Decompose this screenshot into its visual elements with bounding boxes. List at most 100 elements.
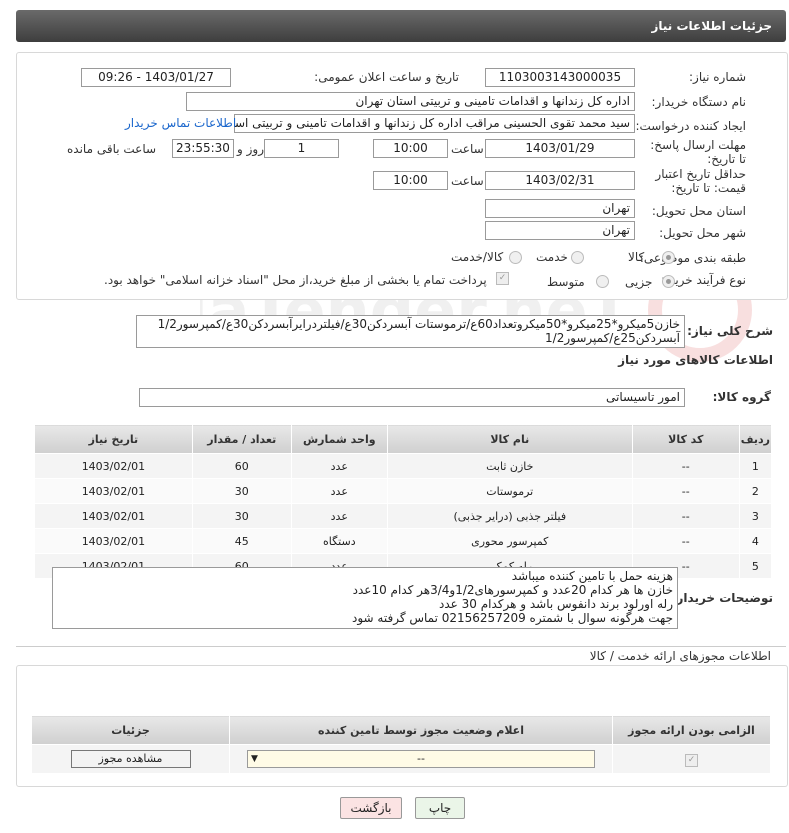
deadline-date-field: 1403/01/29 (485, 139, 635, 158)
announce-datetime-field: 1403/01/27 - 09:26 (81, 68, 231, 87)
price-validity-date-field: 1403/02/31 (485, 171, 635, 190)
col-header-qty: تعداد / مقدار (191, 424, 292, 454)
goods-group-field: امور تاسیساتی (139, 388, 685, 407)
cell-row: 3 (738, 503, 773, 529)
announce-label: تاریخ و ساعت اعلان عمومی: (314, 70, 459, 84)
buyer-notes-label: توضیحات خریدار: (671, 591, 773, 605)
table-row: 4 -- کمپرسور محوری دستگاه 45 1403/02/01 (34, 528, 773, 554)
buyer-contact-link[interactable]: اطلاعات تماس خریدار (125, 116, 236, 130)
deadline-time-label: ساعت (451, 142, 484, 156)
permit-status-value: -- (417, 752, 425, 765)
col-header-code: کد کالا (631, 424, 740, 454)
remaining-time-field: 23:55:30 (172, 139, 234, 158)
remaining-label: ساعت باقی مانده (67, 142, 157, 156)
page-header: جزئیات اطلاعات نیاز (16, 10, 786, 42)
cell-date: 1403/02/01 (34, 453, 193, 479)
province-field: تهران (485, 199, 635, 218)
cell-qty: 45 (191, 528, 292, 554)
goods-info-title: اطلاعات کالاهای مورد نیاز (618, 353, 773, 367)
cell-row: 4 (738, 528, 773, 554)
deadline-time-field: 10:00 (373, 139, 448, 158)
table-row: 3 -- فیلتر جذبی (درایر جذبی) عدد 30 1403… (34, 503, 773, 529)
permit-status-select[interactable]: -- ▼ (247, 750, 595, 768)
category-service-label: خدمت (536, 250, 568, 264)
goods-group-label: گروه کالا: (712, 390, 771, 404)
cell-qty: 60 (191, 453, 292, 479)
category-goods-service-label: کالا/خدمت (451, 250, 504, 264)
cell-unit: عدد (290, 503, 388, 529)
col-header-unit: واحد شمارش (290, 424, 388, 454)
purchase-minor-label: جزیی (625, 275, 653, 289)
permit-status-cell: -- ▼ (229, 744, 613, 774)
purchase-minor-radio[interactable] (662, 275, 675, 288)
price-validity-time-field: 10:00 (373, 171, 448, 190)
col-header-row: ردیف (738, 424, 773, 454)
requester-label: ایجاد کننده درخواست: (635, 119, 746, 133)
back-button[interactable]: بازگشت (340, 797, 402, 819)
permits-table: الزامی بودن ارائه مجوز اعلام وضعیت مجوز … (31, 715, 771, 774)
category-goods-label: کالا (628, 250, 645, 264)
days-count-field: 1 (264, 139, 339, 158)
cell-date: 1403/02/01 (34, 528, 193, 554)
days-label: روز و (237, 142, 264, 156)
permit-row: ✓ -- ▼ مشاهده مجوز (31, 744, 771, 774)
cell-name: فیلتر جذبی (درایر جذبی) (386, 503, 633, 529)
permit-header-status: اعلام وضعیت مجوز توسط تامین کننده (229, 715, 613, 745)
cell-name: خازن ثابت (386, 453, 633, 479)
cell-name: ترموستات (386, 478, 633, 504)
buyer-org-label: نام دستگاه خریدار: (651, 95, 747, 109)
treasury-payment-note: پرداخت تمام یا بخشی از مبلغ خرید،از محل … (104, 273, 487, 287)
summary-label: شرح کلی نیاز: (687, 324, 773, 338)
permits-title: اطلاعات مجوزهای ارائه خدمت / کالا (589, 649, 771, 663)
need-number-field: 1103003143000035 (485, 68, 635, 87)
cell-code: -- (631, 503, 740, 529)
table-row: 2 -- ترموستات عدد 30 1403/02/01 (34, 478, 773, 504)
province-label: استان محل تحویل: (651, 204, 746, 218)
cell-date: 1403/02/01 (34, 478, 193, 504)
cell-code: -- (631, 453, 740, 479)
permit-details-cell: مشاهده مجوز (31, 744, 230, 774)
purchase-medium-label: متوسط (547, 275, 585, 289)
city-field: تهران (485, 221, 635, 240)
table-row: 1 -- خازن ثابت عدد 60 1403/02/01 (34, 453, 773, 479)
permit-required-cell: ✓ (612, 744, 771, 774)
category-goods-service-radio[interactable] (509, 251, 522, 264)
permit-header-required: الزامی بودن ارائه مجوز (612, 715, 771, 745)
cell-row: 1 (738, 453, 773, 479)
price-validity-time-label: ساعت (451, 174, 484, 188)
category-label: طبقه بندی موضوعی: (639, 251, 746, 265)
purchase-medium-radio[interactable] (596, 275, 609, 288)
category-service-radio[interactable] (571, 251, 584, 264)
cell-date: 1403/02/01 (34, 503, 193, 529)
cell-row: 2 (738, 478, 773, 504)
cell-code: -- (631, 478, 740, 504)
cell-code: -- (631, 528, 740, 554)
cell-unit: عدد (290, 478, 388, 504)
permit-header-details: جزئیات (31, 715, 230, 745)
requester-field: سید محمد تقوی الحسینی مراقب اداره کل زند… (234, 114, 635, 133)
permit-required-checkbox[interactable]: ✓ (685, 753, 698, 767)
treasury-payment-checkbox[interactable]: ✓ (496, 272, 509, 285)
deadline-label: مهلت ارسال پاسخ: تا تاریخ: (650, 138, 746, 166)
chevron-down-icon: ▼ (251, 754, 258, 764)
cell-row: 5 (738, 553, 773, 579)
permits-divider (16, 646, 786, 647)
buyer-org-field: اداره کل زندانها و اقدامات تامینی و تربی… (186, 92, 635, 111)
col-header-name: نام کالا (386, 424, 633, 454)
col-header-date: تاریخ نیاز (34, 424, 193, 454)
cell-qty: 30 (191, 503, 292, 529)
summary-textarea: خازن5میکرو*25میکرو*50میکروتعداد60ع/ترموس… (136, 315, 685, 348)
category-goods-radio[interactable] (662, 251, 675, 264)
cell-name: کمپرسور محوری (386, 528, 633, 554)
cell-unit: دستگاه (290, 528, 388, 554)
view-permit-button[interactable]: مشاهده مجوز (70, 750, 191, 768)
page-title: جزئیات اطلاعات نیاز (651, 19, 772, 33)
cell-qty: 30 (191, 478, 292, 504)
need-number-label: شماره نیاز: (689, 70, 746, 84)
price-validity-label: حداقل تاریخ اعتبار قیمت: تا تاریخ: (655, 167, 746, 195)
goods-table: ردیف کد کالا نام کالا واحد شمارش تعداد /… (34, 424, 773, 579)
print-button[interactable]: چاپ (415, 797, 465, 819)
city-label: شهر محل تحویل: (659, 226, 746, 240)
buyer-notes-textarea: هزینه حمل با تامین کننده میباشد خازن ها … (52, 567, 678, 629)
cell-unit: عدد (290, 453, 388, 479)
